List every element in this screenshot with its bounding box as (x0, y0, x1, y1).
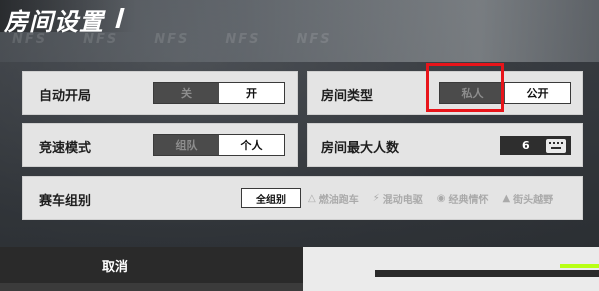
classic-icon: ◉ (436, 192, 446, 204)
keyboard-icon[interactable] (545, 138, 566, 153)
car-group-label: 赛车组别 (39, 194, 92, 209)
car-group-hybrid[interactable]: ⚡ 混动电驱 (366, 188, 430, 208)
nfs-mark: NFS (296, 31, 332, 47)
bottom-bar-right (303, 247, 599, 291)
race-mode-label: 竞速模式 (39, 141, 92, 156)
car-group-classic-label: 经典情怀 (448, 194, 489, 206)
race-mode-toggle[interactable]: 组队 个人 (153, 134, 285, 156)
car-group-offroad[interactable]: ▲ 街头越野 (495, 188, 560, 208)
max-players-input[interactable]: 6 (500, 136, 571, 155)
race-mode-panel: 竞速模式 组队 个人 (22, 123, 298, 167)
race-mode-team-option[interactable]: 组队 (154, 135, 219, 155)
nfs-mark: NFS (225, 31, 261, 47)
race-mode-solo-option[interactable]: 个人 (219, 135, 284, 155)
car-group-hybrid-label: 混动电驱 (382, 194, 423, 206)
nfs-watermark-strip: NFS NFS NFS NFS NFS (0, 30, 599, 48)
nfs-mark: NFS (154, 31, 190, 47)
car-group-all[interactable]: 全组别 (241, 188, 301, 208)
offroad-icon: ▲ (502, 192, 511, 204)
car-group-fuel[interactable]: △ 燃油跑车 (301, 188, 366, 208)
auto-start-toggle[interactable]: 关 开 (153, 82, 285, 104)
room-type-public-option[interactable]: 公开 (505, 83, 570, 103)
auto-start-label: 自动开局 (39, 89, 92, 104)
room-type-label: 房间类型 (321, 89, 374, 104)
bottom-green-accent (560, 264, 599, 268)
bottom-accent-bar (375, 270, 599, 277)
private-option-highlight (426, 63, 504, 112)
max-players-label: 房间最大人数 (321, 141, 400, 156)
car-group-offroad-label: 街头越野 (513, 194, 554, 206)
nfs-mark: NFS (83, 31, 119, 47)
bottom-strip (0, 283, 303, 291)
bolt-icon: ⚡ (372, 192, 380, 204)
auto-start-panel: 自动开局 关 开 (22, 71, 298, 115)
nfs-mark: NFS (12, 31, 48, 47)
max-players-panel: 房间最大人数 6 (307, 123, 583, 167)
cancel-button[interactable]: 取消 (0, 247, 230, 283)
car-group-fuel-label: 燃油跑车 (318, 194, 359, 206)
car-group-selector[interactable]: 全组别 △ 燃油跑车 ⚡ 混动电驱 ◉ 经典情怀 ▲ 街头越野 (241, 188, 560, 208)
flame-icon: △ (308, 192, 316, 204)
auto-start-on-option[interactable]: 开 (219, 83, 284, 103)
car-group-panel: 赛车组别 全组别 △ 燃油跑车 ⚡ 混动电驱 ◉ 经典情怀 ▲ 街头越野 (22, 176, 583, 220)
auto-start-off-option[interactable]: 关 (154, 83, 219, 103)
car-group-classic[interactable]: ◉ 经典情怀 (430, 188, 496, 208)
max-players-value: 6 (522, 139, 530, 152)
